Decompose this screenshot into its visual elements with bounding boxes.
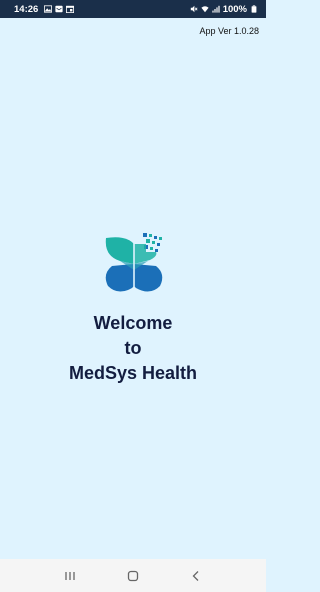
back-icon[interactable] [189,569,203,583]
battery-icon [250,5,258,13]
app-version-label: App Ver 1.0.28 [199,26,259,36]
welcome-line-1: Welcome [93,313,173,333]
medsys-logo [100,230,168,298]
status-right: 100% [190,4,258,15]
status-bar: 14:26 100% [0,0,266,18]
mute-icon [190,5,198,13]
welcome-heading: Welcome to MedSys Health [0,311,266,386]
signal-icon [212,5,220,13]
wifi-icon [201,5,209,13]
message-icon [55,5,63,13]
welcome-line-2: to [124,338,142,358]
navigation-bar [0,559,266,592]
status-left: 14:26 [14,3,75,15]
welcome-line-3: MedSys Health [68,363,198,383]
gallery-icon [44,5,53,13]
calendar-icon [66,5,75,13]
recent-apps-icon[interactable] [63,569,77,583]
home-icon[interactable] [126,569,140,583]
status-time: 14:26 [14,3,39,15]
battery-percentage: 100% [222,3,247,15]
